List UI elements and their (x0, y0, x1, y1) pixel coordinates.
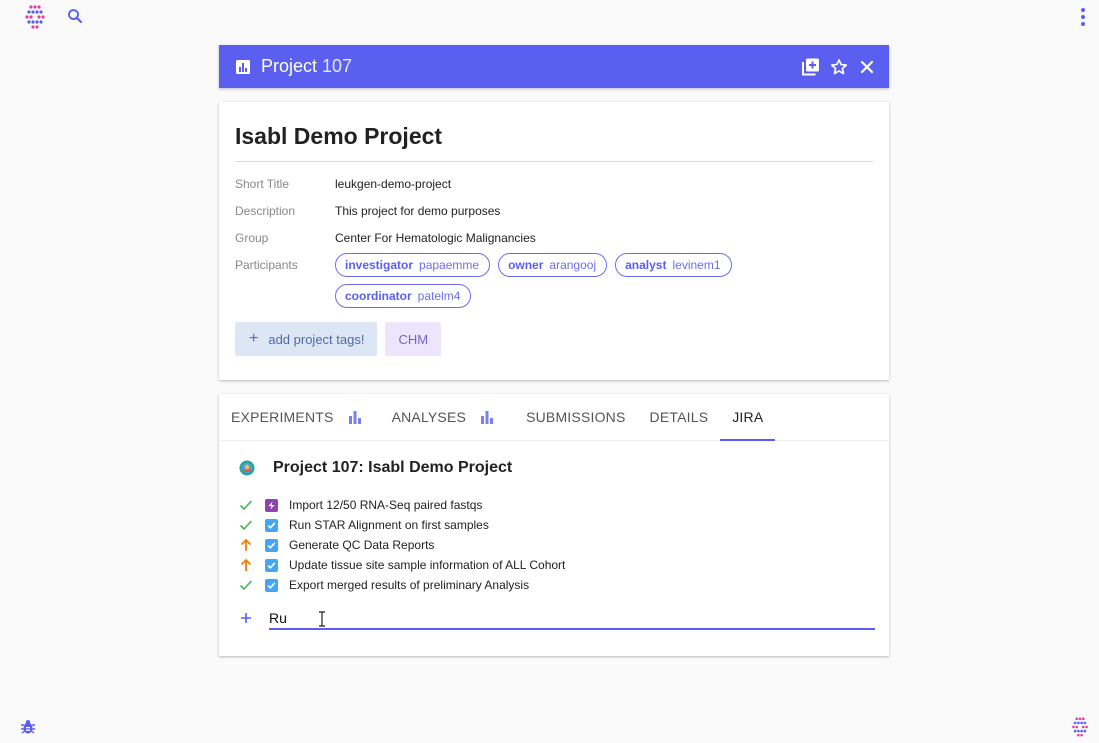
tab-label: JIRA (732, 409, 764, 425)
bar-chart-icon[interactable] (348, 410, 362, 424)
field-label: Short Title (235, 177, 290, 191)
tags-row: + add project tags! CHM (235, 322, 873, 356)
issue-summary: Import 12/50 RNA-Seq paired fastqs (289, 498, 483, 512)
participant-chip[interactable]: coordinator patelm4 (335, 284, 472, 308)
more-vert-icon[interactable] (1074, 7, 1092, 27)
project-header-bar: Project 107 (219, 45, 889, 88)
close-icon (860, 60, 874, 73)
tab-label: SUBMISSIONS (526, 409, 626, 425)
plus-icon[interactable] (239, 611, 253, 625)
project-header-title: Project 107 (261, 56, 352, 77)
tab-submissions[interactable]: SUBMISSIONS (514, 394, 637, 440)
participant-chip[interactable]: investigator papaemme (335, 253, 491, 277)
task-icon (265, 558, 278, 572)
jira-header: Project 107: Isabl Demo Project (239, 459, 877, 477)
issue-summary: Generate QC Data Reports (289, 538, 435, 552)
arrow-up-icon (240, 538, 252, 551)
participants-row: Participants investigator papaemme owner… (235, 253, 873, 308)
list-item[interactable]: Generate QC Data Reports (239, 535, 877, 555)
description-value: This project for demo purposes (335, 204, 501, 218)
participant-user: papaemme (419, 258, 480, 272)
task-icon (265, 538, 278, 552)
task-icon (265, 518, 278, 532)
participant-user: patelm4 (417, 289, 461, 303)
short-title-row: Short Title leukgen-demo-project (235, 177, 873, 191)
issue-summary: Run STAR Alignment on first samples (289, 518, 489, 532)
participant-role: owner (508, 258, 544, 272)
jira-issue-list: Import 12/50 RNA-Seq paired fastqs Run S… (239, 495, 877, 595)
participant-role: analyst (625, 258, 667, 272)
participant-chip[interactable]: owner arangooj (498, 253, 608, 277)
participant-role: coordinator (345, 289, 412, 303)
tab-analyses[interactable]: ANALYSES (380, 394, 507, 440)
list-item[interactable]: Run STAR Alignment on first samples (239, 515, 877, 535)
check-icon (239, 580, 253, 591)
participant-user: levinem1 (672, 258, 721, 272)
tab-label: DETAILS (649, 409, 709, 425)
tab-details[interactable]: DETAILS (638, 394, 721, 440)
add-project-tags-button[interactable]: + add project tags! (235, 322, 378, 356)
add-to-library-icon (802, 58, 819, 75)
participant-role: investigator (345, 258, 414, 272)
tab-experiments[interactable]: EXPERIMENTS (219, 394, 374, 440)
bar-chart-icon (236, 59, 250, 74)
check-icon (239, 500, 253, 511)
new-issue-row (239, 606, 877, 630)
description-row: Description This project for demo purpos… (235, 204, 873, 218)
tab-jira[interactable]: JIRA (720, 394, 776, 441)
project-header-label: Project (261, 56, 318, 76)
isabl-logo-icon (1072, 717, 1088, 737)
task-icon (265, 578, 278, 592)
field-label: Participants (235, 258, 298, 272)
text-cursor-icon (319, 611, 325, 627)
issue-summary: Update tissue site sample information of… (289, 558, 566, 572)
jira-project-avatar-icon (239, 460, 255, 476)
issue-summary: Export merged results of preliminary Ana… (289, 578, 530, 592)
tab-label: EXPERIMENTS (231, 409, 334, 425)
plus-icon: + (249, 330, 259, 347)
list-item[interactable]: Import 12/50 RNA-Seq paired fastqs (239, 495, 877, 515)
participants-list: investigator papaemme owner arangooj ana… (335, 253, 785, 308)
arrow-up-icon (240, 558, 252, 571)
check-icon (239, 520, 253, 531)
list-item[interactable]: Export merged results of preliminary Ana… (239, 575, 877, 595)
field-label: Description (235, 204, 296, 218)
search-icon[interactable] (66, 7, 84, 25)
star-outline-icon (830, 58, 848, 74)
bar-chart-icon[interactable] (480, 410, 494, 424)
project-title: Isabl Demo Project (235, 123, 873, 162)
project-tabs: EXPERIMENTS ANALYSES SUBMISSIONS DETAILS… (219, 394, 889, 441)
project-tag-chm[interactable]: CHM (385, 322, 442, 356)
add-project-tags-label: add project tags! (268, 331, 365, 347)
close-button[interactable] (857, 57, 877, 77)
list-item[interactable]: Update tissue site sample information of… (239, 555, 877, 575)
isabl-logo-icon[interactable] (24, 4, 46, 30)
group-row: Group Center For Hematologic Malignancie… (235, 231, 873, 245)
project-header-number: 107 (322, 56, 353, 76)
tab-label: ANALYSES (391, 409, 467, 425)
favorite-button[interactable] (829, 57, 849, 77)
new-issue-input[interactable] (269, 606, 875, 630)
short-title-value: leukgen-demo-project (335, 177, 452, 191)
field-label: Group (235, 231, 269, 245)
participant-chip[interactable]: analyst levinem1 (615, 253, 732, 277)
epic-icon (265, 498, 278, 512)
jira-panel: Project 107: Isabl Demo Project Import 1… (219, 441, 889, 630)
group-value: Center For Hematologic Malignancies (335, 231, 536, 245)
participant-user: arangooj (549, 258, 597, 272)
add-to-library-button[interactable] (801, 57, 821, 77)
project-details-card: Isabl Demo Project Short Title leukgen-d… (219, 102, 889, 380)
jira-project-title: Project 107: Isabl Demo Project (273, 459, 513, 476)
bug-report-icon[interactable] (20, 719, 36, 735)
